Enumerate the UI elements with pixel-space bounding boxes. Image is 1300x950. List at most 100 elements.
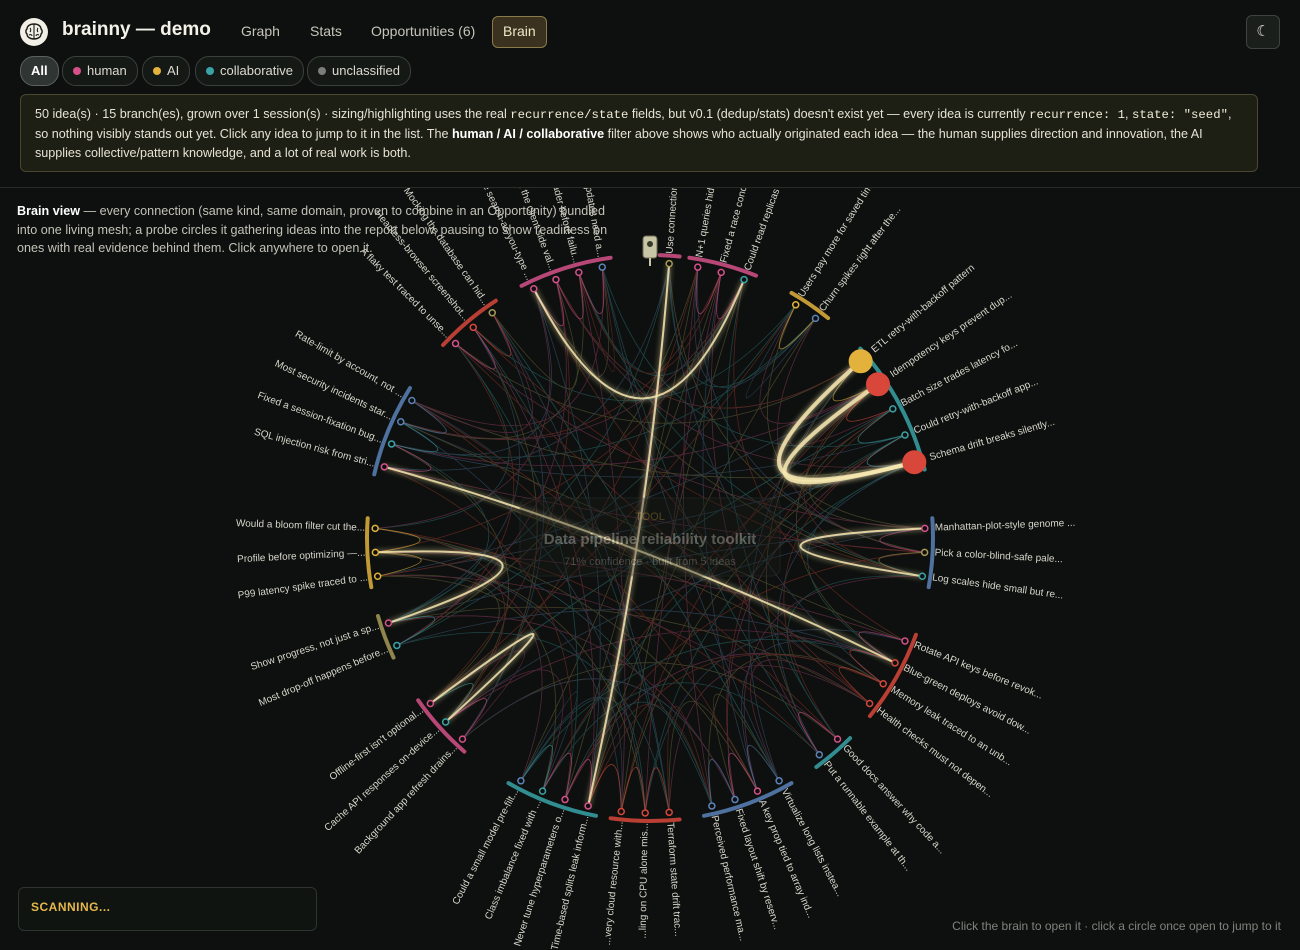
filter-collaborative[interactable]: collaborative bbox=[195, 56, 304, 86]
idea-label[interactable]: Profile before optimizing —... bbox=[237, 548, 366, 566]
idea-node[interactable] bbox=[791, 301, 800, 309]
idea-node[interactable] bbox=[380, 463, 389, 471]
idea-label[interactable]: ETL retry-with-backoff pattern bbox=[869, 263, 977, 356]
idea-node[interactable] bbox=[740, 275, 748, 284]
idea-node[interactable] bbox=[665, 808, 673, 817]
unclassified-dot-icon bbox=[318, 67, 326, 75]
brain-mesh[interactable]: TOOL Data pipeline reliability toolkit 71%… bbox=[0, 188, 1300, 950]
idea-node[interactable] bbox=[393, 641, 401, 650]
idea-node[interactable] bbox=[694, 263, 702, 271]
brain-desc-text: — every connection (same kind, same doma… bbox=[17, 204, 608, 255]
idea-label[interactable]: Pick a color-blind-safe pale... bbox=[934, 548, 1063, 566]
idea-node[interactable] bbox=[921, 524, 929, 533]
opportunity-card[interactable]: TOOL Data pipeline reliability toolkit 71%… bbox=[519, 497, 781, 577]
idea-node[interactable] bbox=[901, 431, 909, 439]
idea-node[interactable] bbox=[717, 268, 725, 277]
theme-toggle-button[interactable]: ☾ bbox=[1246, 15, 1280, 49]
idea-node[interactable] bbox=[731, 795, 739, 804]
idea-label[interactable]: Manhattan-plot-style genome ... bbox=[935, 518, 1076, 534]
idea-node[interactable] bbox=[617, 807, 626, 816]
idea-node[interactable] bbox=[538, 787, 547, 795]
idea-label[interactable]: N+1 queries hide behind bbox=[694, 188, 724, 258]
brain-icon[interactable] bbox=[20, 18, 48, 46]
idea-label[interactable]: P99 latency spike traced to ... bbox=[237, 572, 368, 601]
filter-label: All bbox=[31, 63, 48, 78]
idea-node[interactable] bbox=[918, 572, 927, 581]
idea-label[interactable]: Idempotency keys prevent dup... bbox=[888, 290, 1014, 380]
idea-node[interactable] bbox=[920, 548, 929, 557]
idea-label[interactable]: Rotate API keys before revok... bbox=[912, 640, 1044, 702]
idea-node[interactable] bbox=[561, 795, 569, 804]
idea-label[interactable]: ...ling on CPU alone mis... bbox=[638, 823, 651, 939]
idea-node[interactable] bbox=[833, 735, 842, 743]
branch-arc bbox=[519, 255, 613, 288]
idea-node[interactable] bbox=[598, 263, 606, 271]
idea-node[interactable] bbox=[517, 777, 525, 785]
idea-node[interactable] bbox=[387, 440, 396, 448]
connection-line bbox=[555, 279, 861, 409]
idea-node[interactable] bbox=[441, 718, 450, 726]
idea-node[interactable] bbox=[575, 268, 583, 277]
idea-node[interactable] bbox=[397, 418, 405, 426]
idea-node[interactable] bbox=[384, 619, 393, 627]
idea-node[interactable] bbox=[815, 750, 824, 759]
idea-node[interactable] bbox=[488, 308, 497, 317]
app-title: brainny — demo bbox=[62, 19, 211, 40]
idea-node[interactable] bbox=[811, 314, 820, 323]
idea-label[interactable]: Would a bloom filter cut the... bbox=[236, 518, 366, 534]
idea-node[interactable] bbox=[865, 699, 874, 708]
idea-node[interactable] bbox=[458, 735, 467, 743]
connection-line bbox=[391, 318, 816, 458]
idea-label[interactable]: ...very cloud resource with... bbox=[602, 821, 626, 946]
idea-node[interactable] bbox=[879, 679, 887, 688]
idea-node[interactable] bbox=[753, 787, 762, 795]
filter-unclassified[interactable]: unclassified bbox=[307, 56, 411, 86]
tab-opportunities[interactable]: Opportunities (6) bbox=[361, 16, 485, 46]
filter-ai[interactable]: AI bbox=[142, 56, 191, 86]
idea-node[interactable] bbox=[775, 777, 783, 785]
idea-label[interactable]: Blue-green deploys avoid dow... bbox=[901, 663, 1032, 737]
idea-node[interactable] bbox=[371, 548, 380, 557]
idea-node[interactable] bbox=[848, 349, 873, 374]
idea-label[interactable]: Could read replicas serve th... bbox=[742, 188, 798, 272]
idea-node[interactable] bbox=[584, 802, 592, 810]
idea-node[interactable] bbox=[708, 802, 716, 810]
connection-line bbox=[391, 288, 553, 456]
idea-label[interactable]: Use connection pooling bbox=[665, 188, 683, 254]
tab-brain[interactable]: Brain bbox=[492, 16, 547, 48]
info-text: , bbox=[1125, 107, 1133, 121]
idea-node[interactable] bbox=[901, 637, 909, 645]
probe-icon bbox=[642, 235, 658, 266]
idea-node[interactable] bbox=[426, 699, 435, 708]
idea-node[interactable] bbox=[891, 659, 899, 667]
filter-human[interactable]: human bbox=[62, 56, 138, 86]
idea-label[interactable]: Offline-first isn't optional... bbox=[328, 705, 426, 783]
idea-node[interactable] bbox=[641, 809, 649, 817]
connection-line bbox=[533, 267, 609, 378]
idea-node[interactable] bbox=[902, 450, 927, 475]
idea-node[interactable] bbox=[373, 572, 382, 581]
idea-label[interactable]: Virtualize long lists instea... bbox=[779, 787, 845, 899]
idea-node[interactable] bbox=[665, 259, 673, 268]
idea-node[interactable] bbox=[552, 275, 560, 284]
idea-node[interactable] bbox=[408, 396, 416, 405]
filter-label: human bbox=[87, 63, 127, 78]
filter-all[interactable]: All bbox=[20, 56, 59, 86]
scan-status-panel: SCANNING... bbox=[18, 887, 317, 931]
idea-node[interactable] bbox=[371, 524, 379, 533]
branch-arc bbox=[608, 816, 682, 823]
idea-label[interactable]: Could a small model pre-filt... bbox=[451, 787, 522, 907]
idea-node[interactable] bbox=[451, 339, 460, 348]
filter-label: AI bbox=[167, 63, 180, 78]
tab-graph[interactable]: Graph bbox=[231, 16, 290, 46]
idea-node[interactable] bbox=[469, 323, 477, 332]
tab-stats[interactable]: Stats bbox=[300, 16, 352, 46]
idea-node[interactable] bbox=[530, 285, 538, 293]
idea-label[interactable]: Terraform state drift trac... bbox=[664, 822, 683, 937]
cluster-loop bbox=[695, 267, 722, 315]
info-code: state: "seed" bbox=[1132, 108, 1228, 122]
idea-label[interactable]: Log scales hide small but re... bbox=[931, 572, 1064, 601]
idea-node[interactable] bbox=[889, 405, 897, 413]
idea-label[interactable]: Rate-limit by account, not ... bbox=[293, 329, 406, 401]
idea-node[interactable] bbox=[865, 372, 890, 397]
